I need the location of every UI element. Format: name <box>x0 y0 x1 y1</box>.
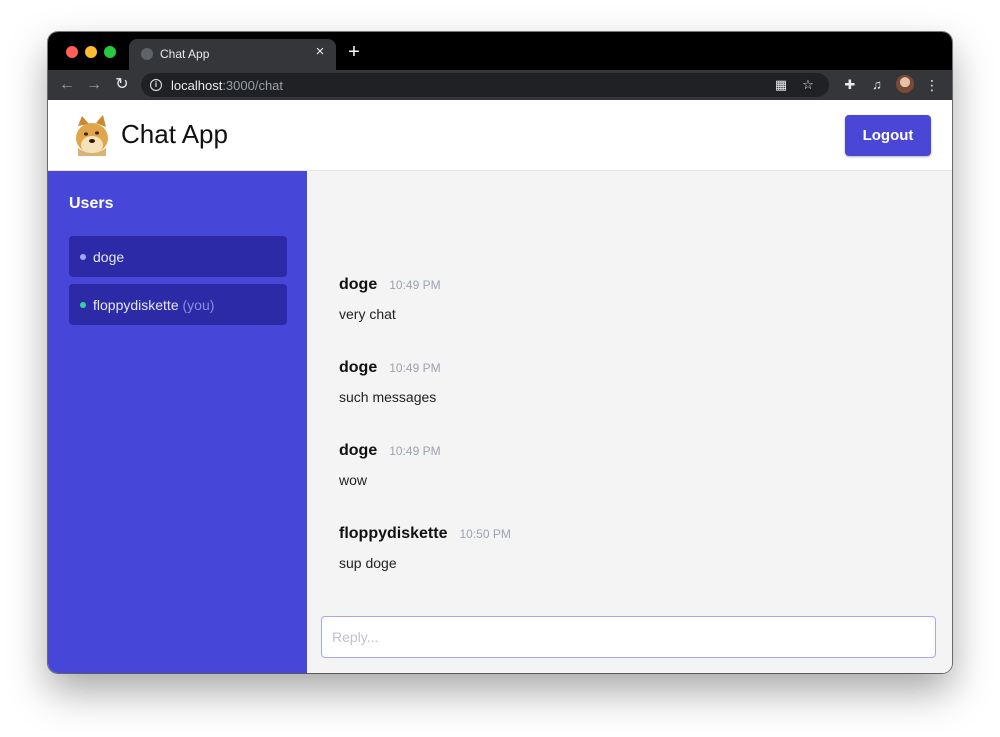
profile-avatar[interactable] <box>896 75 914 93</box>
media-control-icon[interactable]: ♫ <box>868 76 886 94</box>
chat-area: doge 10:49 PM very chat doge 10:49 PM such… <box>307 171 952 673</box>
back-arrow-icon[interactable]: ← <box>57 75 77 95</box>
logout-button[interactable]: Logout <box>845 115 931 156</box>
browser-window: Chat App × + ← → ↻ i localhost:3000/chat… <box>48 32 952 673</box>
message: doge 10:49 PM very chat <box>339 276 441 322</box>
message-text: wow <box>339 472 368 488</box>
tab-chat-app[interactable]: Chat App × <box>129 39 336 70</box>
message-author: doge <box>339 359 378 376</box>
user-item-doge[interactable]: doge <box>69 236 287 277</box>
app-header: Chat App Logout <box>48 100 952 171</box>
message-author: doge <box>339 442 378 459</box>
url-text[interactable]: localhost:3000/chat <box>171 78 283 93</box>
info-icon[interactable]: i <box>150 79 162 91</box>
user-name-text: floppydiskette <box>93 297 179 313</box>
doge-logo-icon <box>76 115 108 156</box>
message-time: 10:50 PM <box>459 527 511 541</box>
message: doge 10:49 PM such messages <box>339 359 441 405</box>
app-title: Chat App <box>121 119 228 149</box>
close-window-button[interactable] <box>66 46 78 58</box>
chat-app: Chat App Logout Users doge floppydiskett… <box>48 100 952 673</box>
message-time: 10:49 PM <box>389 361 441 375</box>
forward-arrow-icon[interactable]: → <box>84 75 104 95</box>
message-text: sup doge <box>339 555 397 571</box>
message: doge 10:49 PM wow <box>339 442 441 488</box>
extensions-puzzle-icon[interactable]: ✚ <box>841 76 859 94</box>
message-author: floppydiskette <box>339 525 448 542</box>
message: floppydiskette 10:50 PM sup doge <box>339 525 511 571</box>
user-name: doge <box>93 249 125 265</box>
qr-code-icon[interactable]: ▦ <box>772 76 790 94</box>
url-path: :3000/chat <box>222 78 284 93</box>
online-status-dot <box>80 302 86 308</box>
bookmark-star-icon[interactable]: ☆ <box>799 76 817 94</box>
message-time: 10:49 PM <box>389 278 441 292</box>
sidebar-title: Users <box>69 195 114 212</box>
message-text: such messages <box>339 389 437 405</box>
current-user-tag: (you) <box>182 297 215 313</box>
more-menu-icon[interactable]: ⋮ <box>923 76 941 94</box>
online-status-dot <box>80 254 86 260</box>
new-tab-icon[interactable]: + <box>344 42 364 62</box>
url-host: localhost <box>171 78 223 93</box>
users-sidebar: Users doge floppydiskette (you) <box>48 171 307 673</box>
address-bar[interactable]: i localhost:3000/chat ▦ ☆ <box>141 73 829 97</box>
message-text: very chat <box>339 306 396 322</box>
tab-title: Chat App <box>160 47 210 61</box>
user-name: floppydiskette (you) <box>93 297 214 313</box>
message-author: doge <box>339 276 378 293</box>
message-time: 10:49 PM <box>389 444 441 458</box>
maximize-window-button[interactable] <box>104 46 116 58</box>
minimize-window-button[interactable] <box>85 46 97 58</box>
globe-icon <box>141 48 153 60</box>
user-item-floppydiskette[interactable]: floppydiskette (you) <box>69 284 287 325</box>
reload-icon[interactable]: ↻ <box>112 75 132 95</box>
browser-toolbar: ← → ↻ i localhost:3000/chat ▦ ☆ ✚ ♫ ⋮ <box>48 70 952 100</box>
close-tab-icon[interactable]: × <box>312 44 328 60</box>
reply-input[interactable] <box>321 616 936 658</box>
tab-strip: Chat App × + <box>48 32 952 70</box>
